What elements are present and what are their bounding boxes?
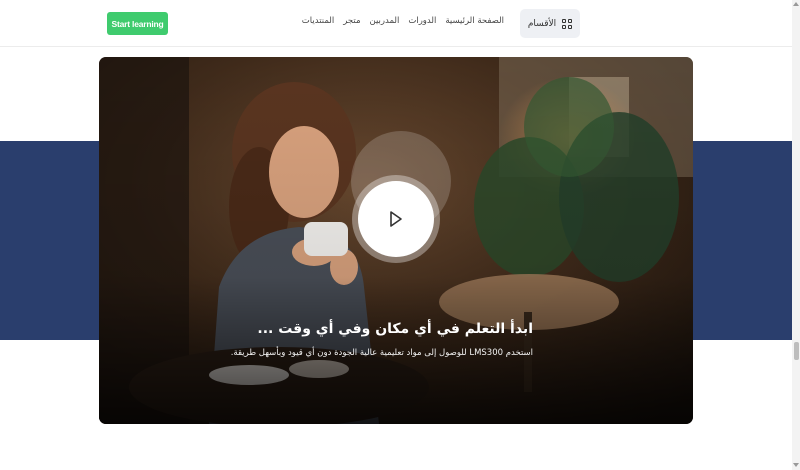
start-learning-button[interactable]: Start learning <box>107 12 168 35</box>
nav-item-courses[interactable]: الدورات <box>408 16 436 26</box>
hero-subtitle: استخدم LMS300 للوصول إلى مواد تعليمية عا… <box>230 348 533 358</box>
nav-item-store[interactable]: متجر <box>343 16 360 26</box>
hero-video: ابدأ التعلم في أي مكان وفي أي وقت ... اس… <box>99 57 693 424</box>
scroll-down-icon[interactable] <box>793 463 799 467</box>
site-header: Start learning الصفحة الرئيسية الدورات ا… <box>0 0 792 47</box>
nav-item-forums[interactable]: المنتديات <box>302 16 334 26</box>
grid-icon <box>562 18 573 29</box>
scroll-up-icon[interactable] <box>793 2 799 6</box>
categories-button[interactable]: الأقسام <box>520 9 580 38</box>
nav-item-home[interactable]: الصفحة الرئيسية <box>445 16 504 26</box>
hero-title: ابدأ التعلم في أي مكان وفي أي وقت ... <box>257 321 533 337</box>
nav-item-instructors[interactable]: المدربين <box>370 16 400 26</box>
main-nav: الصفحة الرئيسية الدورات المدربين متجر ال… <box>300 16 504 26</box>
play-icon <box>390 211 402 227</box>
scroll-thumb[interactable] <box>794 342 799 360</box>
categories-label: الأقسام <box>527 18 557 29</box>
page-scrollbar[interactable] <box>792 0 800 470</box>
play-button[interactable] <box>358 181 434 257</box>
